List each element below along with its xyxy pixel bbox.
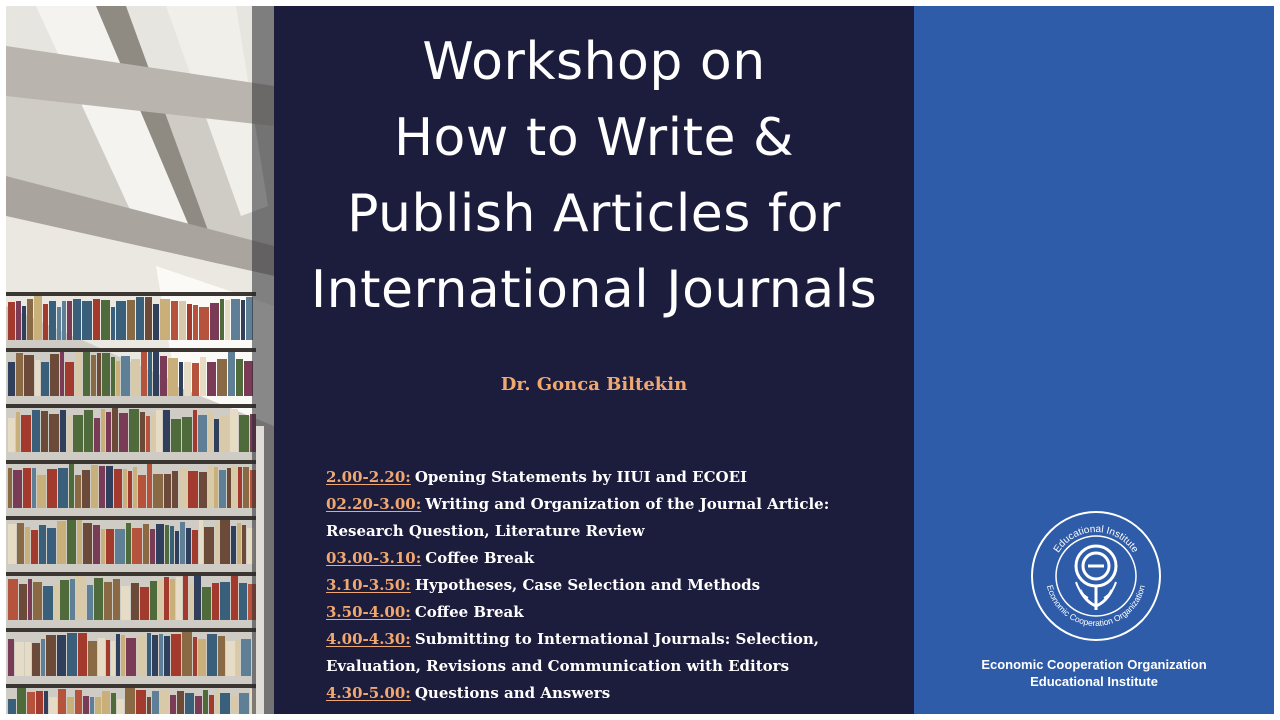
bookshelf-illustration — [6, 6, 274, 714]
slide-main-panel: Workshop on How to Write & Publish Artic… — [274, 6, 914, 714]
library-bookshelf-photo — [6, 6, 274, 714]
organization-name-line-1: Economic Cooperation Organization — [981, 657, 1207, 672]
schedule-time: 3.50-4.00: — [326, 603, 411, 621]
schedule-item-continuation: Research Question, Literature Review — [326, 522, 645, 540]
title-line-2: How to Write & — [393, 108, 795, 168]
schedule-time: 03.00-3.10: — [326, 549, 422, 567]
schedule-item: 3.50-4.00: Coffee Break — [326, 599, 906, 626]
schedule-item: 4.30-5.00: Questions and Answers — [326, 680, 906, 707]
schedule-text: Coffee Break — [425, 549, 535, 567]
schedule-item: 2.00-2.20: Opening Statements by IIUI and… — [326, 464, 906, 491]
schedule-item: 02.20-3.00: Writing and Organization of t… — [326, 491, 906, 518]
schedule-text: Coffee Break — [414, 603, 524, 621]
title-line-4: International Journals — [310, 260, 878, 320]
slide-title: Workshop on How to Write & Publish Artic… — [274, 24, 914, 328]
slide-frame: Workshop on How to Write & Publish Artic… — [0, 0, 1280, 720]
schedule-time: 4.30-5.00: — [326, 684, 411, 702]
schedule-time: 2.00-2.20: — [326, 468, 411, 486]
schedule-time: 02.20-3.00: — [326, 495, 422, 513]
schedule-time: 3.10-3.50: — [326, 576, 411, 594]
schedule-time: 4.00-4.30: — [326, 630, 411, 648]
schedule-item-continuation: Evaluation, Revisions and Communication … — [326, 657, 790, 675]
presenter-name: Dr. Gonca Biltekin — [500, 374, 688, 395]
eco-logo-icon: Educational Institute Economic Cooperati… — [1031, 511, 1161, 641]
schedule-text: Submitting to International Journals: Se… — [414, 630, 820, 648]
schedule-text: Opening Statements by IIUI and ECOEI — [414, 468, 748, 486]
title-line-3: Publish Articles for — [347, 184, 841, 244]
organization-name: Economic Cooperation Organization Educat… — [914, 656, 1274, 690]
schedule-text: Writing and Organization of the Journal … — [425, 495, 830, 513]
schedule-item: 03.00-3.10: Coffee Break — [326, 545, 906, 572]
schedule-text: Questions and Answers — [414, 684, 611, 702]
slide-side-panel: Educational Institute Economic Cooperati… — [914, 6, 1274, 714]
organization-name-line-2: Educational Institute — [1030, 674, 1158, 689]
schedule-item: 3.10-3.50: Hypotheses, Case Selection and… — [326, 572, 906, 599]
title-line-1: Workshop on — [422, 32, 766, 92]
schedule-text: Hypotheses, Case Selection and Methods — [414, 576, 761, 594]
schedule-item: 4.00-4.30: Submitting to International Jo… — [326, 626, 906, 653]
schedule-list: 2.00-2.20: Opening Statements by IIUI and… — [326, 464, 906, 707]
